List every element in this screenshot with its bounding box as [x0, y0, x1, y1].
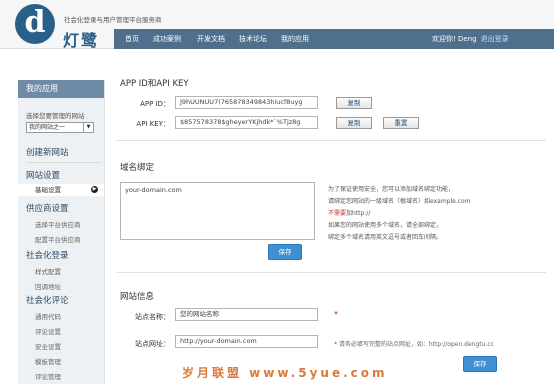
help-line: 如果您的网站使用多个域名，请全部绑定，: [328, 222, 443, 229]
sidebar-item-select-provider[interactable]: 选择平台供应商: [35, 219, 81, 229]
sidebar-divider: [26, 162, 102, 163]
logout-link[interactable]: 退出登录: [481, 35, 509, 43]
help-line: 不需要加http://: [328, 208, 370, 217]
sidebar-title: 我的应用: [18, 80, 104, 98]
app-id-field[interactable]: J9hUUNUU7(765878349843hiucf8uyg: [175, 96, 318, 109]
sidebar-item-comment-settings[interactable]: 评论设置: [35, 326, 61, 336]
nav-forum[interactable]: 技术论坛: [239, 34, 267, 44]
sidebar-item-label: 基础设置: [35, 186, 61, 194]
nav-my-apps[interactable]: 我的应用: [281, 34, 309, 44]
copy-app-id-button[interactable]: 复制: [336, 97, 372, 109]
welcome-user: 欢迎你! Deng: [432, 35, 477, 43]
app-id-label: APP ID：: [140, 100, 170, 108]
help-red-text: 不需要: [328, 210, 347, 217]
help-line: 为了保证使用安全，您可以添加域名绑定功能，: [328, 186, 455, 193]
sidebar-item-comment-manage[interactable]: 评论管理: [35, 371, 61, 381]
watermark: 岁月联盟 www.5yue.com: [182, 366, 388, 380]
api-key-label: API KEY：: [136, 120, 170, 128]
sidebar-section-site-settings[interactable]: 网站设置: [26, 169, 60, 181]
site-url-note: * 请务必填写完整的站点网址，如：http://open.dengtu.cc: [334, 341, 494, 348]
save-domain-button[interactable]: 保存: [268, 244, 302, 260]
sidebar-item-general-code[interactable]: 通用代码: [35, 311, 61, 321]
site-section-title: 网站信息: [120, 292, 155, 302]
nav-docs[interactable]: 开发文档: [197, 34, 225, 44]
chevron-down-icon[interactable]: ▼: [83, 123, 93, 132]
help-line: 绑定多个域名请用英文逗号或者回车间隔。: [328, 234, 443, 241]
section-divider: [116, 272, 546, 273]
section-divider: [116, 140, 546, 141]
sidebar-create-site[interactable]: 创建新网站: [26, 146, 69, 158]
welcome-text: 欢迎你! Deng 退出登录: [432, 34, 509, 44]
sidebar: 我的应用 选择您要管理的网站 我的网站之一 ▼ 创建新网站 网站设置 基础设置 …: [18, 80, 105, 384]
sidebar-section-social-comments[interactable]: 社会化评论: [26, 294, 69, 306]
sidebar-item-security-settings[interactable]: 安全设置: [35, 341, 61, 351]
main-nav: 首页 成功案例 开发文档 技术论坛 我的应用 欢迎你! Deng 退出登录: [114, 29, 554, 49]
sidebar-item-basic-settings[interactable]: 基础设置 ▶: [18, 184, 104, 196]
select-hint: 选择您要管理的网站: [26, 112, 85, 120]
help-rest-text: 加http://: [346, 210, 371, 217]
sidebar-item-template-manage[interactable]: 模板管理: [35, 356, 61, 366]
site-select[interactable]: 我的网站之一 ▼: [26, 122, 94, 133]
nav-cases[interactable]: 成功案例: [153, 34, 181, 44]
site-name-label: 站点名称：: [135, 313, 170, 321]
api-key-field[interactable]: $857578378$gheyerYKjhdk*`%Tjz8g: [175, 116, 318, 129]
brand-name: 灯鹭: [63, 31, 100, 50]
arrow-right-icon: ▶: [91, 186, 98, 193]
site-select-value: 我的网站之一: [29, 124, 66, 131]
site-url-field[interactable]: http://your-domain.com: [175, 335, 318, 348]
nav-home[interactable]: 首页: [125, 34, 139, 44]
required-mark: *: [334, 310, 338, 319]
tagline: 社会化登录与用户管理平台服务商: [64, 16, 162, 24]
copy-api-key-button[interactable]: 复制: [336, 117, 372, 129]
sidebar-item-config-provider[interactable]: 配置平台供应商: [35, 234, 81, 244]
site-name-field[interactable]: 您的网站名称: [175, 308, 318, 321]
sidebar-section-provider[interactable]: 供应商设置: [26, 202, 69, 214]
main-content: APP ID和API KEY APP ID： J9hUUNUU7(7658783…: [108, 60, 554, 384]
app-section-title: APP ID和API KEY: [120, 79, 189, 89]
logo[interactable]: d: [15, 4, 55, 44]
site-url-label: 站点网址：: [135, 340, 170, 348]
sidebar-section-social-login[interactable]: 社会化登录: [26, 249, 69, 261]
sidebar-item-callback-url[interactable]: 回调地址: [35, 281, 61, 291]
sidebar-item-style-config[interactable]: 样式配置: [35, 266, 61, 276]
save-site-button[interactable]: 保存: [463, 356, 497, 372]
help-line: 请绑定您网站的一级域名（根域名）如example.com: [328, 198, 471, 205]
domain-textarea[interactable]: your-domain.com: [120, 182, 315, 240]
domain-section-title: 域名绑定: [120, 163, 155, 173]
reset-api-key-button[interactable]: 重置: [383, 117, 419, 129]
